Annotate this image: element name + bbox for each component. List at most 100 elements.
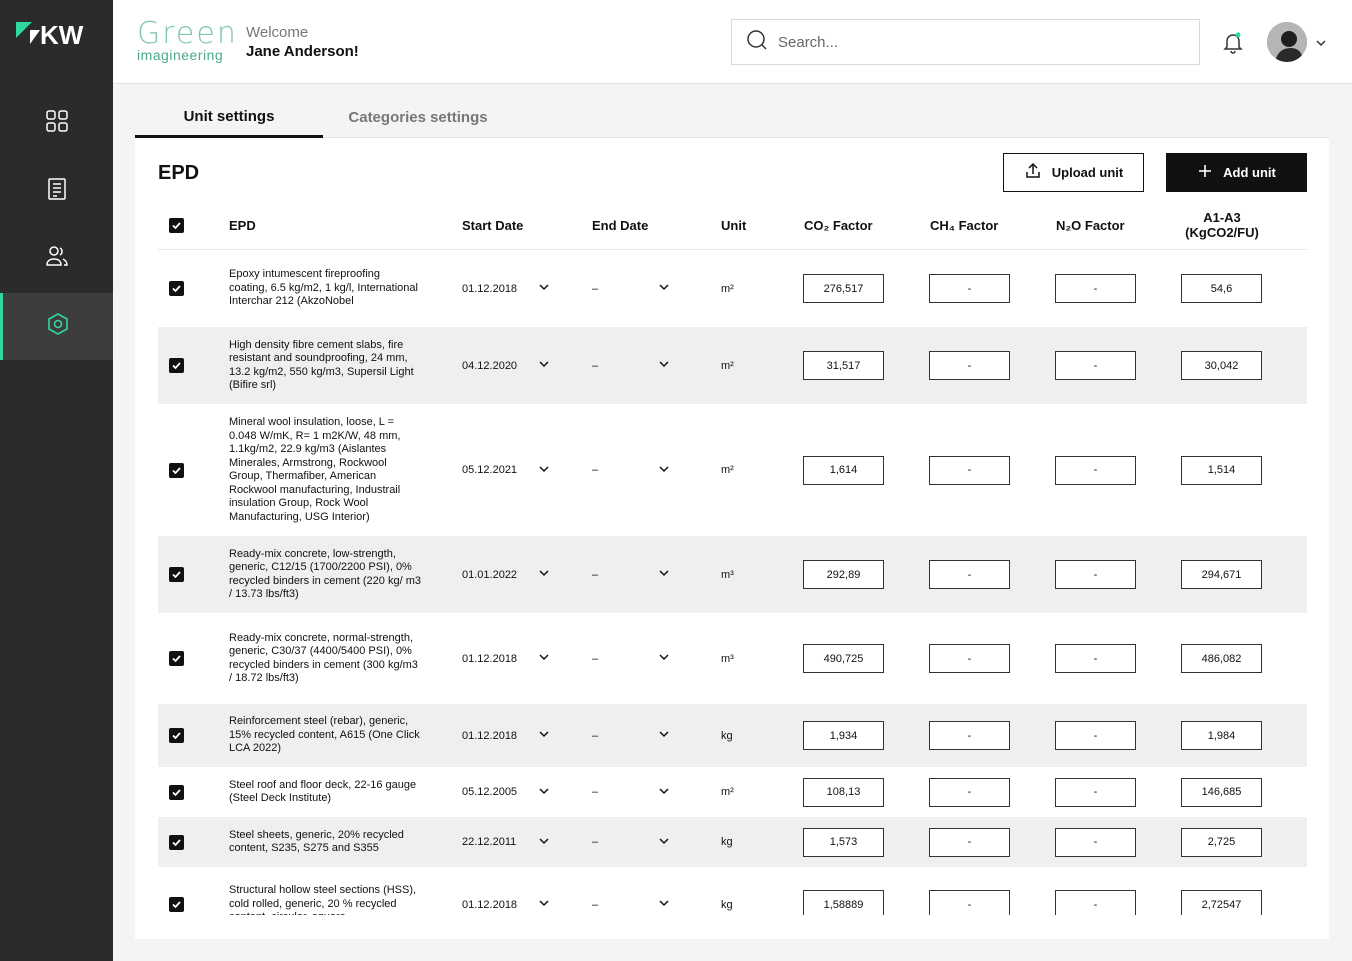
col-start-date[interactable]: Start Date <box>462 200 523 250</box>
row-checkbox[interactable] <box>169 867 184 915</box>
co2-factor-input[interactable]: 1,614 <box>803 455 884 485</box>
end-date-select[interactable]: – <box>592 358 670 373</box>
ch4-factor-input[interactable]: - <box>929 777 1010 807</box>
co2-factor-input[interactable]: 108,13 <box>803 777 884 807</box>
ch4-factor-input[interactable]: - <box>929 455 1010 485</box>
sidebar-item-dashboard[interactable] <box>0 90 113 157</box>
co2-factor-input[interactable]: 1,573 <box>803 827 884 857</box>
ch4-factor-input[interactable]: - <box>929 827 1010 857</box>
end-date-select[interactable]: – <box>592 785 670 800</box>
ch4-factor-input[interactable]: - <box>929 560 1010 589</box>
start-date-select[interactable]: 01.12.2018 <box>462 897 550 912</box>
end-date-select[interactable]: – <box>592 835 670 850</box>
co2-factor-input[interactable]: 31,517 <box>803 351 884 380</box>
table-row[interactable]: Reinforcement steel (rebar), generic, 15… <box>158 704 1307 767</box>
a1a3-input[interactable]: 1,514 <box>1181 455 1262 485</box>
select-all-box[interactable] <box>169 217 184 233</box>
sidebar-item-users[interactable] <box>0 225 113 292</box>
co2-factor-input[interactable]: 1,58889 <box>803 890 884 915</box>
end-date-select[interactable]: – <box>592 728 670 743</box>
row-checkbox[interactable] <box>169 327 184 404</box>
row-checkbox[interactable] <box>169 817 184 867</box>
col-epd[interactable]: EPD <box>229 200 256 250</box>
select-all-checkbox[interactable] <box>169 200 184 250</box>
ch4-factor-input[interactable]: - <box>929 890 1010 915</box>
a1a3-input[interactable]: 1,984 <box>1181 721 1262 750</box>
row-checkbox-box[interactable] <box>169 897 184 912</box>
col-end-date[interactable]: End Date <box>592 200 648 250</box>
table-row[interactable]: High density fibre cement slabs, fire re… <box>158 327 1307 404</box>
add-unit-button[interactable]: Add unit <box>1166 153 1307 192</box>
a1a3-input[interactable]: 146,685 <box>1181 777 1262 807</box>
row-checkbox[interactable] <box>169 250 184 327</box>
end-date-select[interactable]: – <box>592 651 670 666</box>
account-menu-toggle[interactable] <box>1315 36 1327 54</box>
a1a3-input[interactable]: 2,725 <box>1181 827 1262 857</box>
start-date-select[interactable]: 01.12.2018 <box>462 728 550 743</box>
start-date-select[interactable]: 01.12.2018 <box>462 651 550 666</box>
n2o-factor-input[interactable]: - <box>1055 777 1136 807</box>
table-row[interactable]: Steel roof and floor deck, 22-16 gauge (… <box>158 767 1307 817</box>
row-checkbox[interactable] <box>169 613 184 704</box>
end-date-select[interactable]: – <box>592 281 670 296</box>
col-a1a3[interactable]: A1-A3 (KgCO2/FU) <box>1172 200 1272 250</box>
row-checkbox-box[interactable] <box>169 651 184 666</box>
search-input[interactable] <box>778 33 1178 51</box>
start-date-select[interactable]: 05.12.2021 <box>462 463 550 478</box>
search-box[interactable] <box>731 19 1200 65</box>
end-date-select[interactable]: – <box>592 463 670 478</box>
a1a3-input[interactable]: 30,042 <box>1181 351 1262 380</box>
co2-factor-input[interactable]: 490,725 <box>803 644 884 673</box>
upload-unit-button[interactable]: Upload unit <box>1003 153 1144 192</box>
n2o-factor-input[interactable]: - <box>1055 827 1136 857</box>
n2o-factor-input[interactable]: - <box>1055 890 1136 915</box>
co2-factor-input[interactable]: 276,517 <box>803 274 884 303</box>
ch4-factor-input[interactable]: - <box>929 351 1010 380</box>
table-row[interactable]: Ready-mix concrete, low-strength, generi… <box>158 536 1307 613</box>
col-n2o[interactable]: N₂O Factor <box>1056 200 1125 250</box>
row-checkbox-box[interactable] <box>169 567 184 582</box>
kw-logo[interactable]: KW <box>16 20 98 50</box>
n2o-factor-input[interactable]: - <box>1055 455 1136 485</box>
sidebar-item-settings[interactable] <box>0 293 113 360</box>
table-row[interactable]: Ready-mix concrete, normal-strength, gen… <box>158 613 1307 704</box>
sidebar-item-documents[interactable] <box>0 158 113 225</box>
table-row[interactable]: Epoxy intumescent fireproofing coating, … <box>158 250 1307 327</box>
co2-factor-input[interactable]: 292,89 <box>803 560 884 589</box>
row-checkbox-box[interactable] <box>169 834 184 850</box>
start-date-select[interactable]: 05.12.2005 <box>462 785 550 800</box>
table-row[interactable]: Structural hollow steel sections (HSS), … <box>158 867 1307 915</box>
n2o-factor-input[interactable]: - <box>1055 351 1136 380</box>
ch4-factor-input[interactable]: - <box>929 274 1010 303</box>
start-date-select[interactable]: 01.01.2022 <box>462 567 550 582</box>
row-checkbox[interactable] <box>169 704 184 767</box>
n2o-factor-input[interactable]: - <box>1055 274 1136 303</box>
row-checkbox-box[interactable] <box>169 784 184 800</box>
tab-categories-settings[interactable]: Categories settings <box>323 97 513 138</box>
ch4-factor-input[interactable]: - <box>929 644 1010 673</box>
a1a3-input[interactable]: 54,6 <box>1181 274 1262 303</box>
row-checkbox-box[interactable] <box>169 281 184 296</box>
start-date-select[interactable]: 22.12.2011 <box>462 835 550 850</box>
a1a3-input[interactable]: 294,671 <box>1181 560 1262 589</box>
n2o-factor-input[interactable]: - <box>1055 560 1136 589</box>
col-unit[interactable]: Unit <box>721 200 746 250</box>
a1a3-input[interactable]: 2,72547 <box>1181 890 1262 915</box>
row-checkbox-box[interactable] <box>169 462 184 478</box>
n2o-factor-input[interactable]: - <box>1055 644 1136 673</box>
row-checkbox-box[interactable] <box>169 728 184 743</box>
col-co2[interactable]: CO₂ Factor <box>804 200 873 250</box>
start-date-select[interactable]: 04.12.2020 <box>462 358 550 373</box>
end-date-select[interactable]: – <box>592 567 670 582</box>
n2o-factor-input[interactable]: - <box>1055 721 1136 750</box>
start-date-select[interactable]: 01.12.2018 <box>462 281 550 296</box>
row-checkbox[interactable] <box>169 404 184 536</box>
co2-factor-input[interactable]: 1,934 <box>803 721 884 750</box>
table-row[interactable]: Steel sheets, generic, 20% recycled cont… <box>158 817 1307 867</box>
col-ch4[interactable]: CH₄ Factor <box>930 200 998 250</box>
tab-unit-settings[interactable]: Unit settings <box>135 97 323 138</box>
row-checkbox-box[interactable] <box>169 358 184 373</box>
avatar[interactable] <box>1267 22 1307 62</box>
row-checkbox[interactable] <box>169 767 184 817</box>
table-row[interactable]: Mineral wool insulation, loose, L = 0.04… <box>158 404 1307 536</box>
